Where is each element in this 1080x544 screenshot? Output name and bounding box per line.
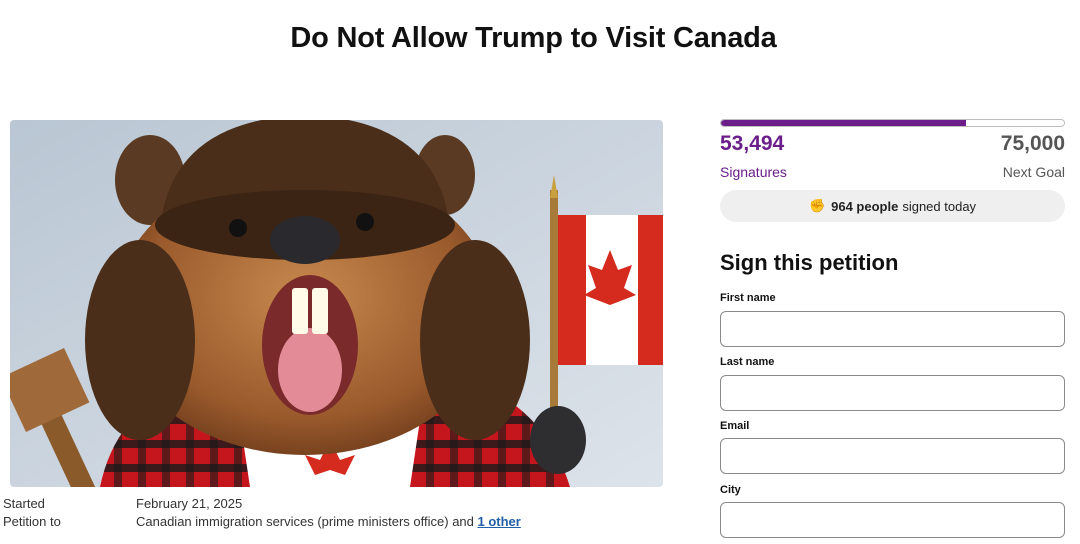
petition-target: Canadian immigration services (prime min…: [136, 514, 478, 529]
today-count: 964 people: [831, 198, 899, 214]
signature-count: 53,494: [720, 132, 785, 155]
first-name-field[interactable]: [720, 311, 1065, 347]
next-goal-label: Next Goal: [1002, 164, 1065, 180]
goal-count: 75,000: [1000, 132, 1065, 155]
signed-today-badge: ✊ 964 people signed today: [720, 190, 1065, 222]
city-label: City: [720, 484, 741, 496]
signature-progress-bar: [720, 119, 1065, 127]
raised-fist-icon: ✊: [808, 198, 826, 213]
progress-fill: [721, 120, 966, 126]
last-name-label: Last name: [720, 356, 775, 368]
started-date: February 21, 2025: [136, 496, 243, 511]
started-label: Started: [3, 496, 45, 511]
page-title: Do Not Allow Trump to Visit Canada: [290, 22, 777, 54]
petition-to-label: Petition to: [3, 514, 61, 529]
other-targets-link[interactable]: 1 other: [478, 514, 521, 529]
petition-image: [10, 120, 663, 487]
sign-petition-heading: Sign this petition: [720, 250, 899, 275]
email-field[interactable]: [720, 438, 1065, 474]
beaver-illustration: [10, 120, 663, 487]
last-name-field[interactable]: [720, 375, 1065, 411]
signatures-label: Signatures: [720, 164, 787, 180]
first-name-label: First name: [720, 292, 776, 304]
email-label: Email: [720, 420, 750, 432]
petition-to-value: Canadian immigration services (prime min…: [136, 514, 521, 529]
today-suffix: signed today: [902, 198, 977, 214]
city-field[interactable]: [720, 502, 1065, 538]
